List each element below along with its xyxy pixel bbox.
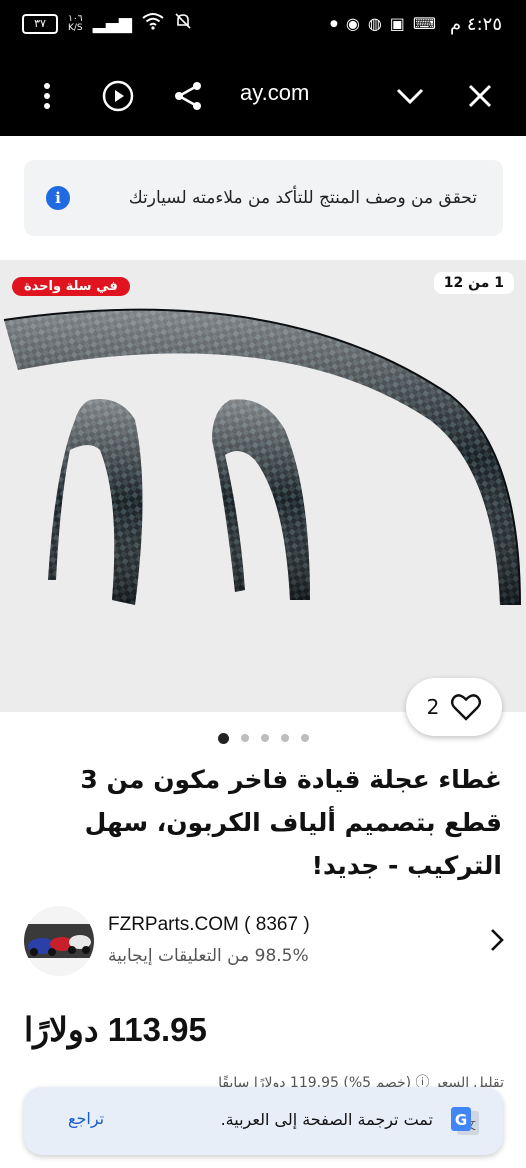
app-notification-icon: ◍: [367, 14, 382, 33]
chevron-down-icon[interactable]: [392, 76, 428, 116]
notification-dot-icon: ●: [329, 18, 338, 29]
notice-text: تحقق من وصف المنتج للتأكد من ملاءمته لسي…: [128, 188, 477, 208]
status-icons-left: ٣٧ ١٠٦ K/S ▂▄▆: [22, 12, 192, 35]
status-time: ٤:٢٥ م: [450, 14, 502, 35]
seller-avatar[interactable]: [24, 906, 94, 976]
network-speed: ١٠٦ K/S: [68, 14, 83, 33]
price: 113.95 دولارًا: [24, 1011, 207, 1048]
app-notification-icon: ▣: [389, 14, 405, 33]
status-icons-right: ● ◉ ◍ ▣ ⌨: [330, 14, 436, 33]
battery-icon: ٣٧: [22, 13, 58, 34]
wifi-icon: [142, 12, 164, 35]
more-vert-icon[interactable]: [30, 76, 64, 116]
heart-icon: [451, 694, 482, 721]
url-text[interactable]: ay.com: [240, 80, 309, 106]
bulk-badge: في سلة واحدة: [12, 277, 130, 296]
play-icon[interactable]: [98, 76, 138, 116]
browser-toolbar: ay.com: [0, 56, 526, 136]
app-notification-icon: ◉: [345, 14, 360, 33]
svg-text:G: G: [455, 1111, 467, 1129]
pager-dot[interactable]: [280, 734, 289, 742]
network-speed-unit: K/S: [68, 22, 83, 33]
compatibility-notice: i تحقق من وصف المنتج للتأكد من ملاءمته ل…: [24, 160, 503, 236]
signal-icon: ▂▄▆: [92, 13, 132, 34]
share-icon[interactable]: [168, 76, 208, 116]
pager-dot[interactable]: [260, 734, 269, 742]
google-translate-icon: 文 G: [451, 1107, 479, 1135]
chevron-right-icon[interactable]: [490, 928, 504, 956]
watch-button[interactable]: 2: [406, 678, 502, 736]
info-icon: i: [46, 186, 70, 210]
translation-message: تمت ترجمة الصفحة إلى العربية.: [220, 1110, 433, 1129]
pager-dot[interactable]: [240, 734, 249, 742]
seller-name[interactable]: FZRParts.COM ( 8367 ): [108, 914, 310, 936]
status-bar: ٣٧ ١٠٦ K/S ▂▄▆ ● ◉ ◍ ▣ ⌨ ٤:٢٥ م: [0, 0, 526, 56]
image-gallery[interactable]: 1 من 12 في سلة واحدة: [0, 260, 526, 712]
pager-dot[interactable]: [300, 734, 309, 742]
undo-translation-button[interactable]: تراجع: [68, 1109, 104, 1128]
mute-bell-icon: [174, 12, 192, 35]
translation-toast: تراجع تمت ترجمة الصفحة إلى العربية. 文 G: [24, 1087, 503, 1155]
watch-count: 2: [426, 695, 440, 719]
seller-feedback: 98.5% من التعليقات إيجابية: [108, 946, 309, 966]
pager-dot[interactable]: [217, 733, 229, 744]
seller-info[interactable]: FZRParts.COM ( 8367 ) 98.5% من التعليقات…: [24, 906, 504, 976]
image-counter: 1 من 12: [433, 272, 514, 294]
close-icon[interactable]: [462, 76, 498, 116]
gamepad-icon: ⌨: [412, 14, 436, 33]
product-title: غطاء عجلة قيادة فاخر مكون من 3 قطع بتصمي…: [80, 765, 502, 880]
product-image[interactable]: [0, 300, 526, 620]
